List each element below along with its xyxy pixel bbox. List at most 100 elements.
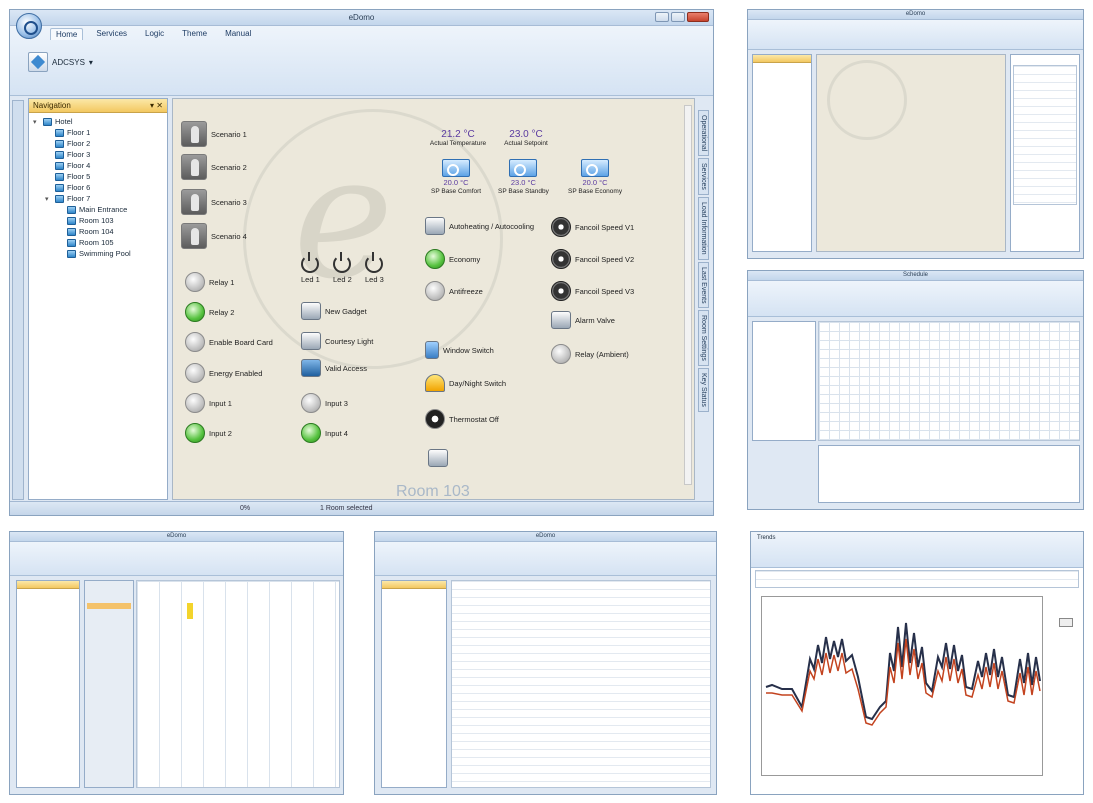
- economy[interactable]: Economy: [425, 249, 480, 269]
- device-label: New Gadget: [325, 306, 367, 316]
- thumb3-selected-row[interactable]: [87, 603, 131, 609]
- alarm-valve[interactable]: Alarm Valve: [551, 311, 615, 329]
- input-3[interactable]: Input 3: [301, 393, 348, 413]
- thumb5-legend-button[interactable]: [1059, 618, 1073, 627]
- tree-item[interactable]: Floor 3: [33, 149, 163, 160]
- antifreeze[interactable]: Antifreeze: [425, 281, 483, 301]
- enable-board-card[interactable]: Enable Board Card: [185, 332, 273, 352]
- side-collapse-strip[interactable]: [12, 100, 24, 500]
- fancoil-speed-v1[interactable]: Fancoil Speed V1: [551, 217, 634, 237]
- led-1[interactable]: Led 1: [301, 252, 320, 284]
- pin-icon[interactable]: ▾ ✕: [150, 101, 163, 110]
- vtab-load-information[interactable]: Load Information: [698, 197, 709, 260]
- tree-item[interactable]: Room 104: [33, 226, 163, 237]
- thumb1-property-grid: [1013, 65, 1077, 205]
- app-menu-orb[interactable]: [16, 13, 42, 39]
- tab-manual[interactable]: Manual: [220, 28, 256, 40]
- tree-item[interactable]: Main Entrance: [33, 204, 163, 215]
- thermostat-off[interactable]: Thermostat Off: [425, 409, 499, 429]
- device-label: Economy: [449, 254, 481, 264]
- tree-item[interactable]: ▾ Hotel: [33, 116, 163, 127]
- status-text: 1 Room selected: [320, 505, 373, 512]
- tree-item[interactable]: Room 103: [33, 215, 163, 226]
- thumb1-properties: [1010, 54, 1080, 252]
- expand-icon[interactable]: ▾: [45, 195, 52, 203]
- tree-item-label: Hotel: [55, 117, 73, 126]
- tree-item[interactable]: Swimming Pool: [33, 248, 163, 259]
- floor-icon: [55, 128, 64, 137]
- scene-1[interactable]: Scenario 1: [181, 121, 247, 147]
- thumb4-tree-header: [382, 581, 446, 589]
- scrollbar-vertical[interactable]: [684, 105, 692, 485]
- device-label: Relay 2: [209, 307, 235, 317]
- scene-icon: [181, 223, 207, 249]
- floor-icon: [55, 172, 64, 181]
- input-2[interactable]: Input 2: [185, 423, 232, 443]
- room-icon: [67, 205, 76, 214]
- sp-base-economy[interactable]: 20.0 °C SP Base Economy: [568, 159, 622, 195]
- energy-enabled[interactable]: Energy Enabled: [185, 363, 262, 383]
- vtab-key-status[interactable]: Key Status: [698, 368, 709, 412]
- day-night-switch[interactable]: Day/Night Switch: [425, 374, 506, 392]
- tree-item[interactable]: Floor 1: [33, 127, 163, 138]
- room-view: e Scenario 1 Scenario 2 Scenario 3 Scena…: [172, 98, 695, 500]
- led-label: Led 3: [365, 275, 384, 284]
- tree-item[interactable]: Floor 4: [33, 160, 163, 171]
- vtab-room-settings[interactable]: Room Settings: [698, 310, 709, 367]
- relay-ambient[interactable]: Relay (Ambient): [551, 344, 629, 364]
- tree-item[interactable]: Floor 6: [33, 182, 163, 193]
- room-title: Room 103: [396, 483, 470, 500]
- thumb1-canvas: [816, 54, 1006, 252]
- extra-device[interactable]: [428, 449, 448, 467]
- floor-icon: [55, 161, 64, 170]
- room-icon: [67, 227, 76, 236]
- scene-4[interactable]: Scenario 4: [181, 223, 247, 249]
- tab-home[interactable]: Home: [50, 28, 84, 40]
- led-3[interactable]: Led 3: [365, 252, 384, 284]
- thermostat-icon: [509, 159, 538, 177]
- tab-logic[interactable]: Logic: [140, 28, 169, 40]
- input-4[interactable]: Input 4: [301, 423, 348, 443]
- new-gadget[interactable]: New Gadget: [301, 302, 367, 320]
- building-icon: [43, 117, 52, 126]
- thumb2-detail: [818, 445, 1080, 503]
- tab-theme[interactable]: Theme: [177, 28, 212, 40]
- vtab-last-events[interactable]: Last Events: [698, 261, 709, 309]
- close-icon[interactable]: [687, 12, 709, 22]
- device-label: Day/Night Switch: [449, 378, 507, 388]
- sp-base-comfort[interactable]: 20.0 °C SP Base Comfort: [431, 159, 481, 195]
- relay-1[interactable]: Relay 1: [185, 272, 234, 292]
- thumbnail-trends: Trends: [750, 531, 1084, 795]
- sp-base-standby[interactable]: 23.0 °C SP Base Standby: [498, 159, 549, 195]
- device-label: Input 3: [325, 398, 348, 408]
- autoheating-autocooling[interactable]: Autoheating / Autocooling: [425, 217, 534, 235]
- courtesy-light[interactable]: Courtesy Light: [301, 332, 373, 350]
- valid-access[interactable]: Valid Access: [301, 359, 367, 377]
- device-label: Input 1: [209, 398, 232, 408]
- tree-item-label: Main Entrance: [79, 205, 128, 214]
- device-label: Valid Access: [325, 363, 367, 373]
- scene-2[interactable]: Scenario 2: [181, 154, 247, 180]
- scene-3[interactable]: Scenario 3: [181, 189, 247, 215]
- led-2[interactable]: Led 2: [333, 252, 352, 284]
- relay-2[interactable]: Relay 2: [185, 302, 234, 322]
- vtab-operational[interactable]: Operational: [698, 110, 709, 157]
- tab-services[interactable]: Services: [91, 28, 132, 40]
- tree-item[interactable]: Room 105: [33, 237, 163, 248]
- thermostat-off-icon: [425, 409, 445, 429]
- tree-item[interactable]: ▾ Floor 7: [33, 193, 163, 204]
- minimize-icon[interactable]: [655, 12, 669, 22]
- adcsys-button[interactable]: ADCSYS ▾: [28, 52, 93, 72]
- input-1[interactable]: Input 1: [185, 393, 232, 413]
- fancoil-speed-v3[interactable]: Fancoil Speed V3: [551, 281, 634, 301]
- expand-icon[interactable]: ▾: [33, 118, 40, 126]
- vtab-services[interactable]: Services: [698, 158, 709, 196]
- tree-item[interactable]: Floor 2: [33, 138, 163, 149]
- fancoil-speed-v2[interactable]: Fancoil Speed V2: [551, 249, 634, 269]
- maximize-icon[interactable]: [671, 12, 685, 22]
- tree-item-label: Floor 4: [67, 161, 91, 170]
- thumb3-highlight-cell[interactable]: [187, 603, 193, 619]
- window-switch[interactable]: Window Switch: [425, 341, 494, 359]
- input-icon: [301, 423, 321, 443]
- tree-item[interactable]: Floor 5: [33, 171, 163, 182]
